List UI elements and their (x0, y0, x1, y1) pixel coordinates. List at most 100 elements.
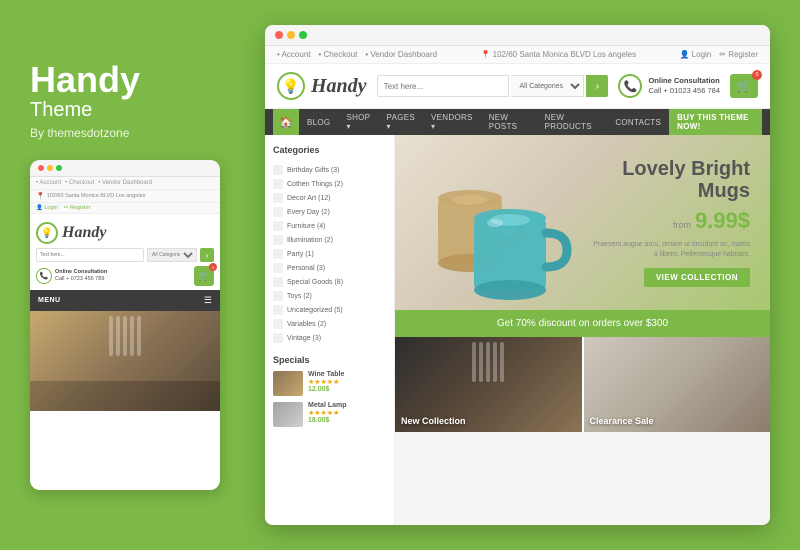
mobile-logo-icon: 💡 (36, 222, 58, 244)
bottom-image-clearance-sale[interactable]: Clearance Sale (582, 337, 771, 432)
sidebar-cat-furniture[interactable]: Furniture (4) (273, 219, 386, 233)
hero-price-row: from 9.99$ (590, 208, 750, 234)
left-panel: Handy Theme By themesdotzone • Account •… (30, 60, 250, 491)
mobile-menu-label: MENU (38, 297, 61, 304)
sidebar-cat-cothen[interactable]: Cothen Things (2) (273, 177, 386, 191)
special-item-metal-lamp[interactable]: Metal Lamp ★★★★★ 18.00$ (273, 402, 386, 427)
desktop-nav-new-posts[interactable]: NEW POSTS (481, 109, 537, 135)
hero-text: Lovely BrightMugs from 9.99$ Praesent au… (590, 158, 750, 288)
desktop-dot-yellow (287, 31, 295, 39)
mobile-top-bar (30, 160, 220, 177)
cutlery-piece (500, 342, 504, 382)
category-icon (273, 207, 283, 217)
desktop-browser-chrome (265, 25, 770, 46)
desktop-navbar: 🏠 BLOG SHOP ▾ PAGES ▾ VENDORS ▾ NEW POST… (265, 109, 770, 135)
sidebar-cat-uncategorized[interactable]: Uncategorized (5) (273, 303, 386, 317)
cutlery-piece (479, 342, 483, 382)
desktop-dot-red (275, 31, 283, 39)
hero-description: Praesent augue arcu, ornare ut tincidunt… (590, 240, 750, 260)
desktop-account-link[interactable]: • Account (277, 50, 311, 59)
desktop-content: Categories Birthday Gifts (3) Cothen Thi… (265, 135, 770, 525)
mobile-menu-bar[interactable]: MENU ☰ (30, 290, 220, 311)
desktop-top-nav: • Account • Checkout • Vendor Dashboard (277, 50, 437, 59)
mobile-vendor-link[interactable]: • Vendor Dashboard (98, 180, 152, 186)
desktop-nav-pages[interactable]: PAGES ▾ (379, 109, 423, 135)
desktop-nav-vendors[interactable]: VENDORS ▾ (423, 109, 481, 135)
desktop-search-select[interactable]: All Categories (511, 75, 584, 97)
desktop-search-input[interactable] (377, 75, 510, 97)
desktop-nav-shop[interactable]: SHOP ▾ (338, 109, 378, 135)
clearance-sale-label: Clearance Sale (590, 416, 654, 426)
bottom-images-row: New Collection Clearance Sale (395, 337, 770, 432)
desktop-login-link[interactable]: 👤 Login (680, 50, 712, 59)
sidebar-cat-personal[interactable]: Personal (3) (273, 261, 386, 275)
sidebar-cat-everyday[interactable]: Every Day (2) (273, 205, 386, 219)
sidebar-cat-birthday[interactable]: Birthday Gifts (3) (273, 163, 386, 177)
desktop-main-content: Lovely BrightMugs from 9.99$ Praesent au… (395, 135, 770, 525)
desktop-cart-button[interactable]: 🛒 0 (730, 74, 758, 98)
special-item-text: Metal Lamp ★★★★★ 18.00$ (308, 402, 347, 427)
mobile-logo-text: Handy (62, 224, 106, 242)
bottom-image-new-collection[interactable]: New Collection (395, 337, 582, 432)
desktop-nav-buy[interactable]: BUY THIS THEME NOW! (669, 109, 762, 135)
desktop-register-link[interactable]: ✏ Register (719, 50, 758, 59)
desktop-mockup: • Account • Checkout • Vendor Dashboard … (265, 25, 770, 525)
hero-mugs-image (395, 135, 595, 310)
new-collection-label: New Collection (401, 416, 466, 426)
mobile-cart-badge: 0 (209, 263, 217, 271)
category-icon (273, 221, 283, 231)
mobile-cart-button[interactable]: 🛒 0 (194, 266, 214, 286)
view-collection-button[interactable]: VIEW COLLECTION (644, 268, 750, 287)
mobile-login-link[interactable]: 👤 Login (36, 205, 58, 211)
desktop-header-top: • Account • Checkout • Vendor Dashboard … (265, 46, 770, 64)
mobile-hamburger-icon: ☰ (204, 295, 212, 306)
desktop-search-area: All Categories › (377, 75, 609, 97)
specials-title: Specials (273, 355, 386, 365)
desktop-logo-icon: 💡 (277, 72, 305, 100)
desktop-nav-home[interactable]: 🏠 (273, 109, 299, 135)
category-icon (273, 263, 283, 273)
theme-subtitle: Theme (30, 99, 250, 122)
special-item-text: Wine Table ★★★★★ 12.00$ (308, 371, 344, 396)
sidebar-cat-toys[interactable]: Toys (2) (273, 289, 386, 303)
mobile-dot-yellow (47, 165, 53, 171)
desktop-nav-blog[interactable]: BLOG (299, 109, 338, 135)
special-item-wine-table[interactable]: Wine Table ★★★★★ 12.00$ (273, 371, 386, 396)
sidebar-cat-decor[interactable]: Decor Art (12) (273, 191, 386, 205)
mobile-address: 📍 102/60 Santa Monica BLVD Los angeles (30, 190, 220, 203)
mobile-search-button[interactable]: › (200, 248, 214, 262)
mobile-register-link[interactable]: ✏ Register (64, 205, 91, 211)
mobile-checkout-link[interactable]: • Checkout (65, 180, 94, 186)
sidebar-cat-illumination[interactable]: Illumination (2) (273, 233, 386, 247)
desktop-nav-new-products[interactable]: NEW PRODUCTS (537, 109, 608, 135)
category-icon (273, 179, 283, 189)
hero-title: Lovely BrightMugs (590, 158, 750, 202)
sidebar-cat-vintage[interactable]: Vintage (3) (273, 331, 386, 345)
cutlery-decor (472, 342, 504, 382)
special-item-image (273, 371, 303, 396)
mobile-search-input[interactable] (36, 248, 144, 262)
mobile-dot-green (56, 165, 62, 171)
sidebar-cat-party[interactable]: Party (1) (273, 247, 386, 261)
desktop-cart-badge: 0 (752, 70, 762, 80)
category-icon (273, 249, 283, 259)
desktop-checkout-link[interactable]: • Checkout (319, 50, 358, 59)
mobile-consult-info: 📞 Online Consultation Call + 0723 456 78… (36, 268, 107, 284)
mobile-mockup: • Account • Checkout • Vendor Dashboard … (30, 160, 220, 490)
promo-banner: Get 70% discount on orders over $300 (395, 310, 770, 337)
sidebar-cat-variables[interactable]: Variables (2) (273, 317, 386, 331)
cutlery-piece (493, 342, 497, 382)
desktop-nav-contacts[interactable]: CONTACTS (607, 109, 669, 135)
mobile-dot-red (38, 165, 44, 171)
mobile-login-row: 👤 Login ✏ Register (30, 203, 220, 214)
mobile-account-link[interactable]: • Account (36, 180, 61, 186)
mobile-search-select[interactable]: All Categories (147, 248, 197, 262)
desktop-phone-icon: 📞 (618, 74, 642, 98)
desktop-vendor-link[interactable]: • Vendor Dashboard (365, 50, 437, 59)
sidebar-cat-special[interactable]: Special Goods (8) (273, 275, 386, 289)
hero-price: 9.99$ (695, 208, 750, 234)
category-icon (273, 193, 283, 203)
mobile-bottom-image (30, 311, 220, 411)
desktop-search-button[interactable]: › (586, 75, 608, 97)
category-icon (273, 165, 283, 175)
